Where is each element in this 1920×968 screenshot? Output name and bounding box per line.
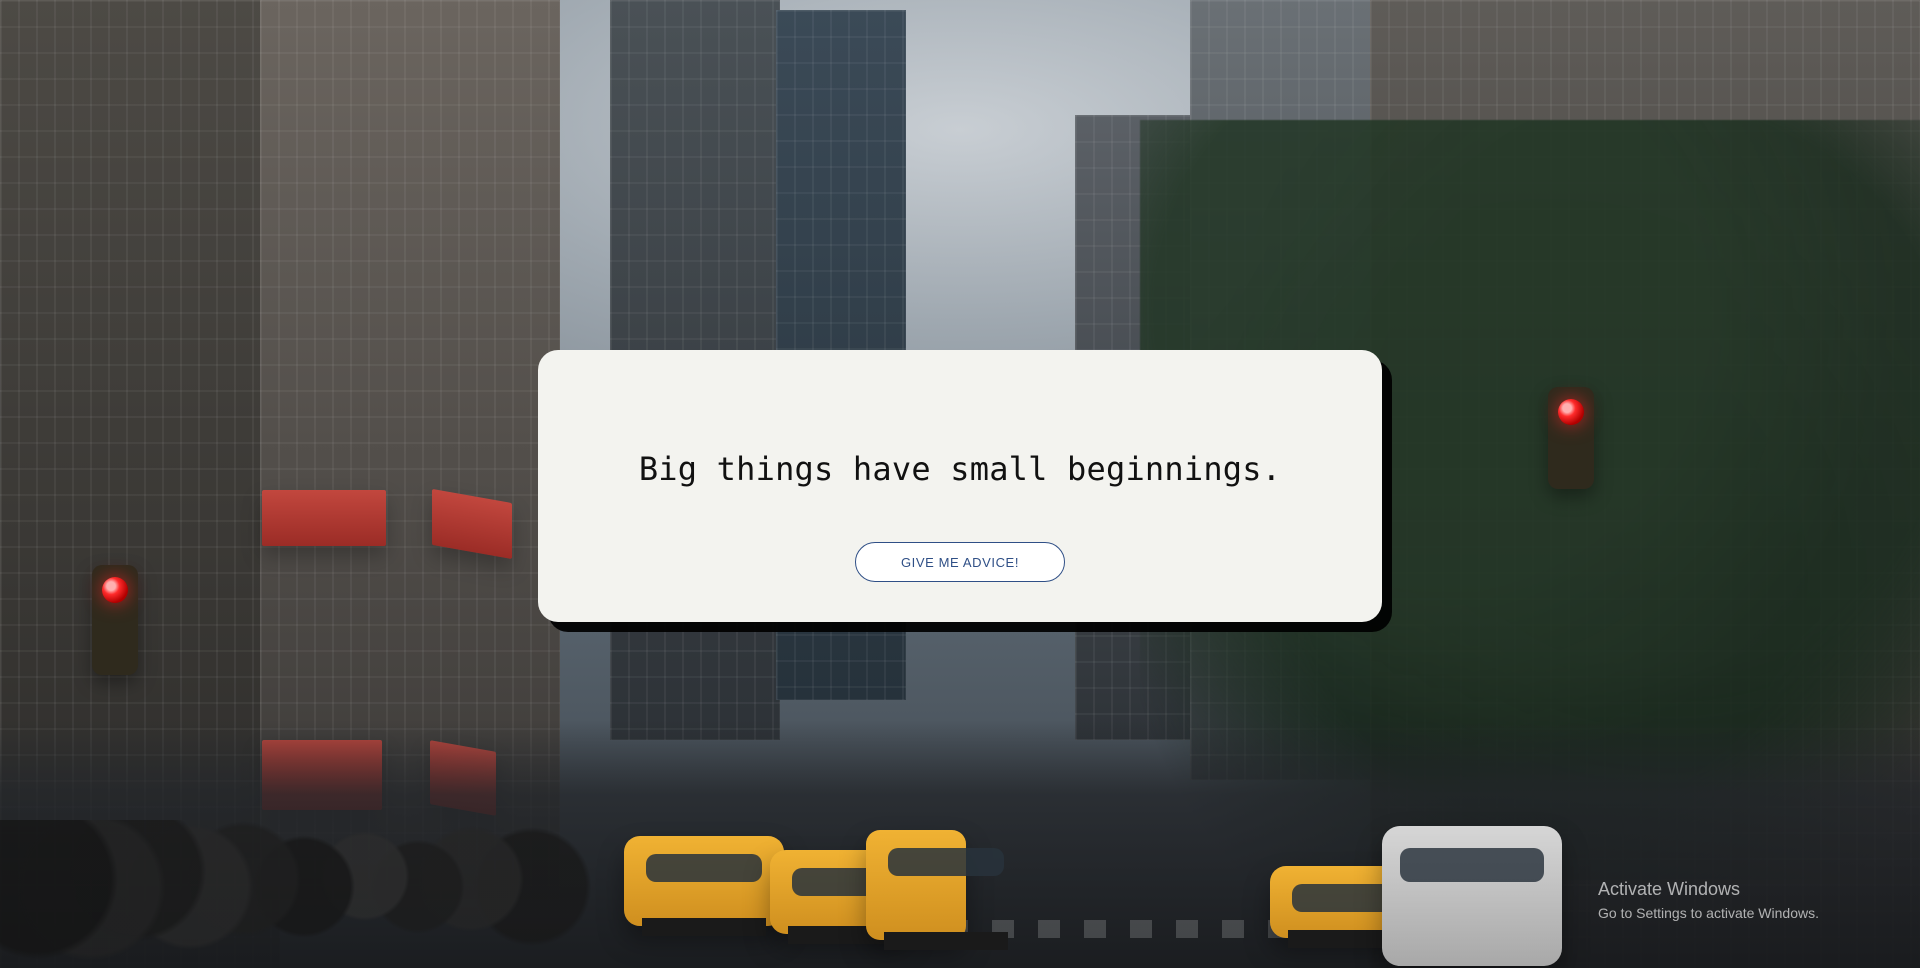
activate-windows-watermark: Activate Windows Go to Settings to activ… [1598, 878, 1819, 922]
advice-card: Big things have small beginnings. GIVE M… [538, 350, 1382, 622]
yellow-taxi [866, 830, 1008, 950]
activate-windows-title: Activate Windows [1598, 879, 1741, 899]
yellow-taxi [624, 836, 784, 936]
page-background: Big things have small beginnings. GIVE M… [0, 0, 1920, 968]
traffic-light [92, 565, 138, 675]
white-van [1382, 826, 1562, 966]
activate-windows-subtitle: Go to Settings to activate Windows. [1598, 905, 1819, 921]
red-awning [262, 490, 386, 546]
traffic-light [1548, 387, 1594, 489]
give-me-advice-button[interactable]: GIVE ME ADVICE! [855, 542, 1065, 582]
advice-quote: Big things have small beginnings. [638, 450, 1282, 488]
